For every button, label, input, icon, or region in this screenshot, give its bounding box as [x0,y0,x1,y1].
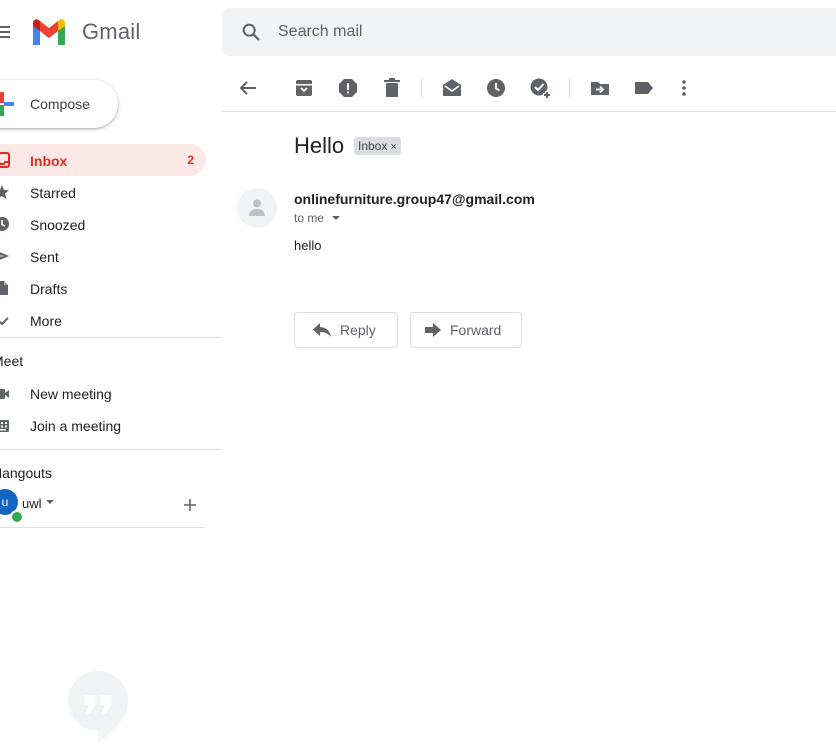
hangouts-quote-icon [68,671,128,743]
reply-button[interactable]: Reply [294,312,398,348]
remove-label-icon[interactable]: × [390,141,396,153]
search-icon[interactable] [240,21,262,43]
sidebar-item-snoozed[interactable]: Snoozed [0,208,206,240]
meet-section-title: Meet [0,353,24,369]
forward-icon [425,323,441,337]
label-icon[interactable] [632,76,656,100]
back-arrow-icon[interactable] [236,76,260,100]
sidebar-item-drafts[interactable]: Drafts [0,272,206,304]
online-status-indicator [10,510,24,524]
sidebar-divider [0,527,206,528]
hangouts-section-title: Hangouts [0,465,52,481]
chevron-down-icon [0,317,9,326]
show-details-caret-icon[interactable] [332,216,340,220]
sidebar-item-new-meeting[interactable]: New meeting [0,377,206,409]
sidebar-item-label: More [30,313,62,329]
sidebar-item-label: Inbox [30,153,68,169]
clock-icon [0,217,9,231]
search-input[interactable] [278,20,678,44]
sidebar-item-label: Join a meeting [30,418,122,434]
app-name: Gmail [82,19,141,44]
label-chip-text: Inbox [358,139,388,153]
sidebar-item-label: Drafts [30,281,68,297]
sidebar-item-join-meeting[interactable]: Join a meeting [0,409,206,441]
toolbar-separator [421,78,422,98]
draft-icon [0,281,8,295]
delete-icon[interactable] [380,76,404,100]
main-menu-icon[interactable] [0,24,12,40]
recipient-summary[interactable]: to me [294,211,324,225]
person-icon [249,199,265,216]
forward-button[interactable]: Forward [410,312,522,348]
report-spam-icon[interactable] [336,76,360,100]
message-subject: Hello [294,133,345,158]
sidebar-item-starred[interactable]: Starred [0,176,206,208]
gmail-logo-icon[interactable] [30,17,68,47]
keyboard-icon [0,420,9,432]
archive-icon[interactable] [292,76,316,100]
sidebar-item-sent[interactable]: Sent [0,240,206,272]
more-vert-icon[interactable] [672,76,696,100]
sidebar-item-label: Sent [30,249,59,265]
caret-down-icon[interactable] [46,500,54,504]
video-icon [0,389,9,399]
hangouts-user-name[interactable]: uwl [22,496,42,511]
message-body: hello [294,238,322,253]
toolbar-separator [569,78,570,98]
sender-email[interactable]: onlinefurniture.group47@gmail.com [294,191,535,207]
toolbar-divider [222,111,836,112]
inbox-icon [0,152,10,168]
star-icon [0,185,9,199]
compose-plus-icon [0,92,14,116]
sidebar-item-label: New meeting [30,386,112,402]
forward-label: Forward [450,322,502,338]
sidebar-divider [0,449,222,450]
sender-avatar[interactable] [237,188,277,228]
sidebar-divider [0,337,222,338]
add-to-tasks-icon[interactable] [528,76,552,100]
compose-label: Compose [30,96,90,112]
unread-count: 2 [187,153,194,167]
sidebar-item-more[interactable]: More [0,304,206,336]
sidebar-item-label: Starred [30,185,76,201]
mark-unread-icon[interactable] [440,76,464,100]
send-icon [0,252,9,260]
sidebar-item-inbox[interactable]: Inbox 2 [0,144,206,176]
move-to-icon[interactable] [588,76,612,100]
add-icon[interactable] [182,497,198,513]
sidebar-item-label: Snoozed [30,217,86,233]
reply-icon [313,323,331,337]
inbox-label-chip[interactable]: Inbox × [354,137,401,155]
reply-label: Reply [340,322,376,338]
snooze-icon[interactable] [484,76,508,100]
